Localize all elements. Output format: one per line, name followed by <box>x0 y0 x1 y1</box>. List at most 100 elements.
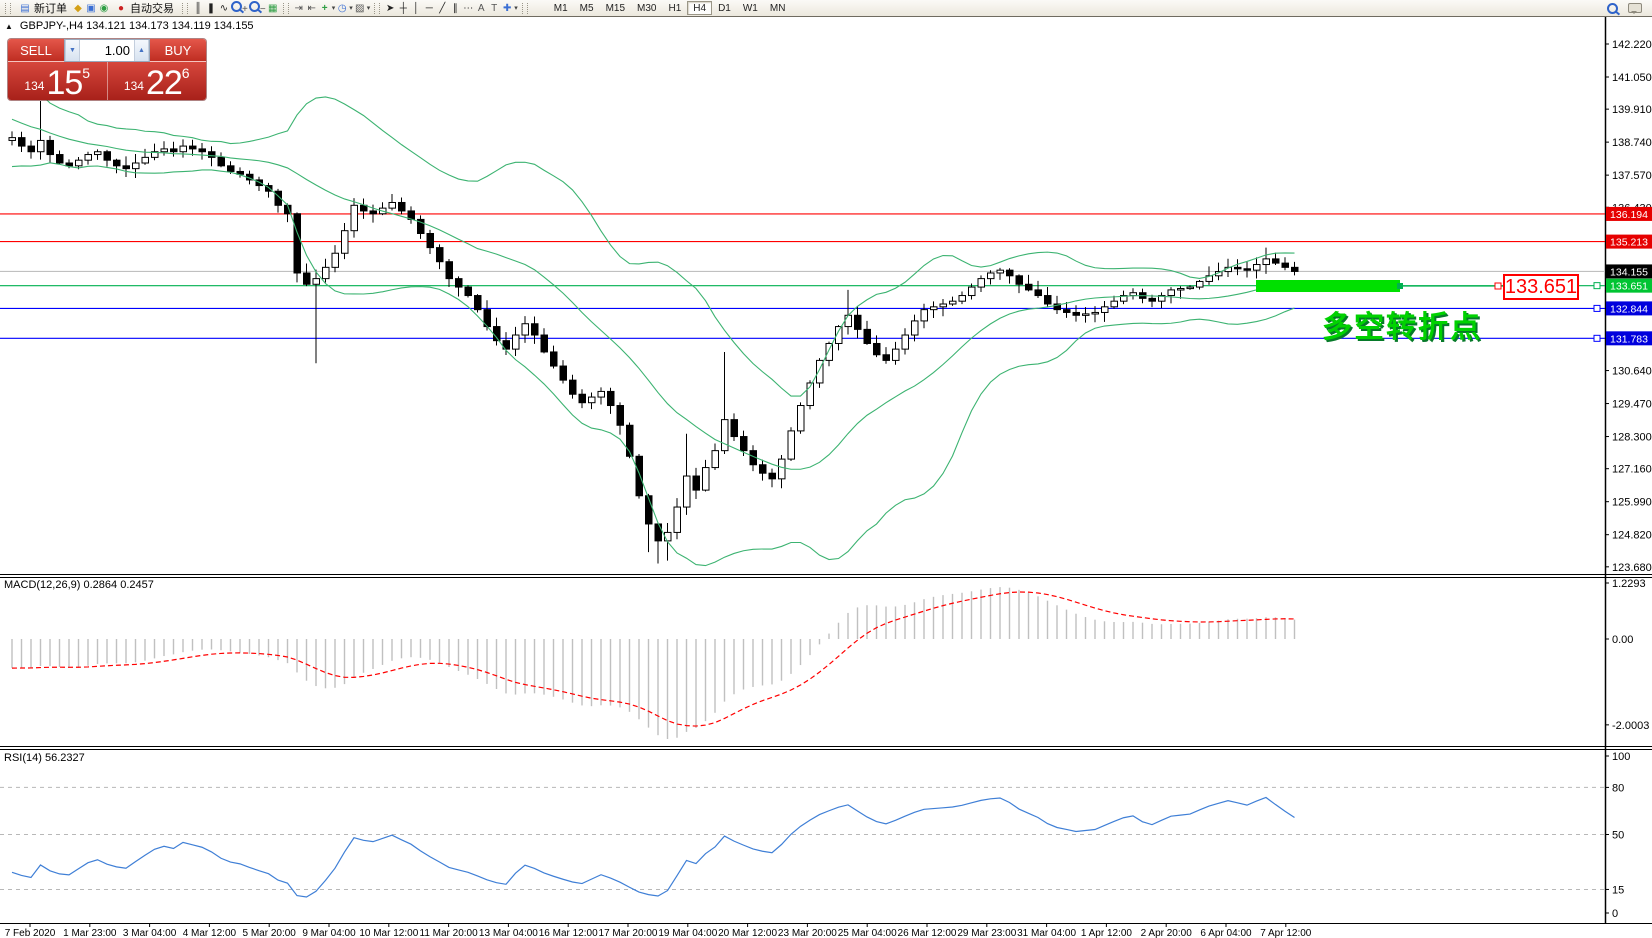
rsi-value: 56.2327 <box>45 752 85 764</box>
one-click-toggle-icon[interactable]: ▲ <box>5 22 13 31</box>
time-axis-label: 16 Mar 12:00 <box>539 928 598 938</box>
time-axis-label: 2 Apr 20:00 <box>1141 928 1193 938</box>
timeframe-button-m1[interactable]: M1 <box>548 1 574 15</box>
autotrading-button[interactable]: ● 自动交易 <box>111 1 178 15</box>
timeframe-group: M1M5M15M30H1H4D1W1MN <box>548 1 792 15</box>
timeframe-button-w1[interactable]: W1 <box>737 1 764 15</box>
signals-icon[interactable]: ◉ <box>98 2 110 15</box>
toolbar-grip[interactable] <box>5 3 11 14</box>
sell-price-pips: 15 <box>46 68 82 98</box>
text-label-icon[interactable]: T <box>488 2 500 15</box>
text-icon[interactable]: A <box>475 2 487 15</box>
fibonacci-icon[interactable]: ⋯ <box>462 2 474 15</box>
buy-button[interactable]: BUY <box>150 39 206 62</box>
timeframe-button-h1[interactable]: H1 <box>662 1 687 15</box>
macd-signal-value: 0.2457 <box>120 579 154 591</box>
trendline-icon[interactable]: ╱ <box>436 2 448 15</box>
candlestick-chart-icon[interactable]: ❚ <box>205 2 217 15</box>
macd-axis-label: -2.0003 <box>1612 720 1649 732</box>
hline-handle[interactable] <box>1594 283 1600 289</box>
market-watch-icon[interactable]: ◆ <box>72 2 84 15</box>
navigator-icon[interactable]: ▣ <box>85 2 97 15</box>
new-order-label: 新订单 <box>34 0 67 16</box>
mt4-window: ▤ 新订单 ◆ ▣ ◉ ● 自动交易 ║ ❚ ∿ + − ▦ ⇥ ⇤ +▾ ◷▾… <box>0 0 1652 938</box>
zoom-in-icon[interactable]: + <box>231 1 248 16</box>
volume-increase-button[interactable]: ▲ <box>134 40 149 61</box>
toolbar-grip[interactable] <box>283 3 289 14</box>
auto-scroll-icon[interactable]: ⇤ <box>306 2 318 15</box>
rsi-name: RSI(14) <box>4 752 42 764</box>
zoom-out-icon[interactable]: − <box>249 1 266 16</box>
price-tick-label: 130.640 <box>1612 366 1652 378</box>
toolbar-grip[interactable] <box>374 3 380 14</box>
timeframe-button-m30[interactable]: M30 <box>631 1 662 15</box>
price-tick-label: 128.300 <box>1612 432 1652 444</box>
tile-windows-icon[interactable]: ▦ <box>267 2 279 15</box>
connector-handle[interactable] <box>1397 283 1403 289</box>
timeframe-button-mn[interactable]: MN <box>764 1 792 15</box>
new-order-button[interactable]: ▤ 新订单 <box>15 1 71 15</box>
price-tick-label: 141.050 <box>1612 72 1652 84</box>
autotrading-icon: ● <box>115 2 127 15</box>
time-axis-label: 4 Mar 12:00 <box>183 928 237 938</box>
price-tick-label: 127.160 <box>1612 464 1652 476</box>
time-axis-label: 1 Mar 23:00 <box>63 928 117 938</box>
crosshair-icon[interactable]: ┼ <box>397 2 409 15</box>
chinese-annotation-text[interactable]: 多空转折点 <box>1322 302 1482 346</box>
timeframe-button-m15[interactable]: M15 <box>600 1 631 15</box>
sell-price[interactable]: 134 15 5 <box>8 62 108 100</box>
volume-input[interactable] <box>80 40 134 61</box>
add-indicator-icon[interactable]: + <box>319 2 331 15</box>
trade-panel-price-row: 134 15 5 134 22 6 <box>8 62 206 100</box>
rsi-axis-label: 80 <box>1612 782 1624 794</box>
buy-price-point: 6 <box>182 65 190 81</box>
arrows-icon[interactable]: ✚ <box>501 2 513 15</box>
axis-price-label: 134.155 <box>1610 266 1648 278</box>
rsi-indicator-label: RSI(14) 56.2327 <box>4 752 85 764</box>
buy-price-pips: 22 <box>146 68 182 98</box>
chart-shift-icon[interactable]: ⇥ <box>293 2 305 15</box>
macd-name: MACD(12,26,9) <box>4 579 80 591</box>
chat-icon[interactable] <box>1628 3 1642 13</box>
buy-price[interactable]: 134 22 6 <box>108 62 207 100</box>
sell-button[interactable]: SELL <box>8 39 64 62</box>
hline-handle[interactable] <box>1594 335 1600 341</box>
equidistant-channel-icon[interactable]: ∥ <box>449 2 461 15</box>
search-icon[interactable] <box>1607 3 1618 14</box>
toolbar-grip[interactable] <box>522 3 528 14</box>
time-axis-label: 10 Mar 12:00 <box>359 928 418 938</box>
symbol-info-bar: ▲ GBPJPY-,H4 134.121 134.173 134.119 134… <box>5 20 254 32</box>
templates-caret-icon[interactable]: ▾ <box>367 4 371 12</box>
horizontal-line-icon[interactable]: ─ <box>423 2 435 15</box>
bollinger-bands <box>12 72 1295 566</box>
macd-main-value: 0.2864 <box>83 579 117 591</box>
volume-stepper: ▼ ▲ <box>64 39 150 62</box>
arrows-caret-icon[interactable]: ▾ <box>514 4 518 12</box>
bb-lower <box>12 163 1295 566</box>
vertical-line-icon[interactable]: │ <box>410 2 422 15</box>
sell-price-figure: 134 <box>24 79 44 93</box>
timeframe-button-d1[interactable]: D1 <box>712 1 737 15</box>
support-zone-highlight[interactable] <box>1256 280 1400 292</box>
volume-decrease-button[interactable]: ▼ <box>65 40 80 61</box>
time-axis-label: 13 Mar 04:00 <box>479 928 538 938</box>
macd-indicator-label: MACD(12,26,9) 0.2864 0.2457 <box>4 579 154 591</box>
line-chart-icon[interactable]: ∿ <box>218 2 230 15</box>
bar-chart-icon[interactable]: ║ <box>192 2 204 15</box>
autotrading-label: 自动交易 <box>130 0 174 16</box>
periods-icon[interactable]: ◷ <box>336 2 348 15</box>
hline-handle[interactable] <box>1594 305 1600 311</box>
axis-price-label: 132.844 <box>1610 303 1648 315</box>
add-indicator-caret-icon[interactable]: ▾ <box>332 4 336 12</box>
connector-end-handle[interactable] <box>1495 283 1501 289</box>
price-callout-box[interactable]: 133.651 <box>1503 274 1579 300</box>
templates-icon[interactable]: ▨ <box>354 2 366 15</box>
trade-panel-top-row: SELL ▼ ▲ BUY <box>8 39 206 62</box>
timeframe-button-m5[interactable]: M5 <box>574 1 600 15</box>
toolbar-grip[interactable] <box>182 3 188 14</box>
timeframe-button-h4[interactable]: H4 <box>687 1 712 15</box>
periods-caret-icon[interactable]: ▾ <box>349 4 353 12</box>
cursor-icon[interactable]: ➤ <box>384 2 396 15</box>
macd-signal-line <box>12 592 1295 726</box>
chart-canvas[interactable]: 142.220141.050139.910138.740137.570136.4… <box>0 0 1652 938</box>
